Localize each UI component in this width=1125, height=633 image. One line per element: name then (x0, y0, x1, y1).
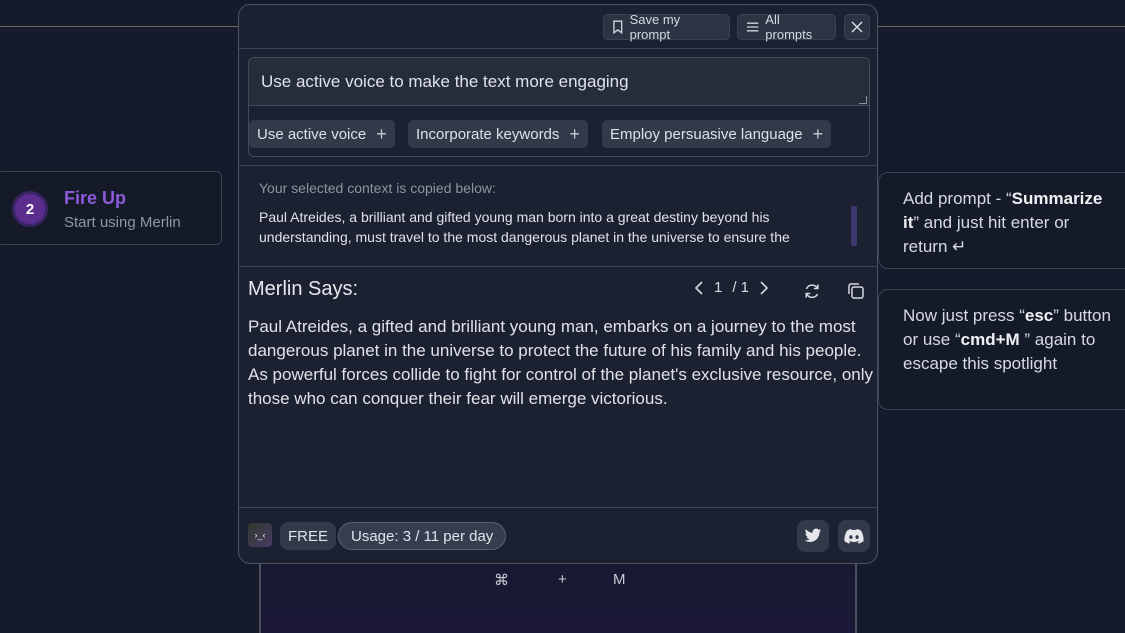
save-prompt-button[interactable]: Save my prompt (603, 12, 730, 42)
divider (239, 507, 877, 508)
context-label: Your selected context is copied below: (259, 180, 496, 196)
m-key-label: M (613, 571, 626, 588)
context-scrollbar[interactable] (851, 206, 857, 246)
twitter-icon (804, 528, 822, 542)
step-card-fire-up: 2 Fire Up Start using Merlin (0, 171, 222, 245)
plus-icon: + (376, 124, 387, 144)
merlin-logo: ›_‹ (248, 523, 272, 547)
bookmark-icon (613, 20, 623, 34)
step-number-badge: 2 (12, 191, 48, 227)
copy-button[interactable] (844, 279, 868, 303)
chevron-right-icon[interactable] (759, 280, 769, 296)
plus-label: + (558, 571, 567, 588)
divider (239, 266, 877, 267)
plus-icon: + (812, 124, 824, 144)
prompt-box: Use active voice+ Incorporate keywords+ … (248, 57, 870, 157)
discord-icon (844, 528, 864, 544)
resize-grip-icon[interactable] (859, 96, 867, 104)
menu-icon (746, 22, 759, 32)
discord-button[interactable] (838, 520, 870, 552)
hint-card-add-prompt: Add prompt - “Summarize it” and just hit… (878, 172, 1125, 269)
page-total: / 1 (732, 279, 750, 296)
divider (239, 165, 877, 166)
copy-icon (848, 283, 864, 299)
context-text: Paul Atreides, a brilliant and gifted yo… (259, 209, 790, 245)
twitter-button[interactable] (797, 520, 829, 552)
cmd-key-label: ⌘ (494, 572, 509, 589)
prompt-input[interactable] (249, 58, 869, 106)
close-button[interactable] (844, 14, 870, 40)
close-icon (851, 21, 863, 33)
modal-toolbar: Save my prompt All prompts (239, 5, 877, 49)
hint-card-escape: Now just press “esc” button or use “cmd+… (878, 289, 1125, 410)
merlin-modal: Save my prompt All prompts Use active vo… (238, 4, 878, 564)
response-title: Merlin Says: (248, 278, 359, 300)
suggestion-chip-active-voice[interactable]: Use active voice + (249, 120, 395, 148)
refresh-icon (805, 284, 819, 299)
response-text: Paul Atreides, a gifted and brilliant yo… (248, 317, 873, 408)
suggestion-chip-persuasive[interactable]: Employ persuasive language + (602, 120, 832, 148)
plan-badge: FREE (280, 522, 337, 550)
regenerate-button[interactable] (800, 279, 824, 303)
suggestion-chip-keywords[interactable]: Incorporate keywords + (408, 120, 588, 148)
chevron-left-icon[interactable] (694, 280, 704, 296)
step-subtitle: Start using Merlin (64, 214, 181, 231)
usage-badge: Usage: 3 / 11 per day (338, 522, 507, 550)
page-current: 1 (714, 279, 723, 296)
response-pager: 1 / 1 (694, 279, 769, 296)
step-title: Fire Up (64, 188, 127, 208)
plus-icon: + (569, 124, 580, 144)
all-prompts-button[interactable]: All prompts (737, 12, 836, 42)
